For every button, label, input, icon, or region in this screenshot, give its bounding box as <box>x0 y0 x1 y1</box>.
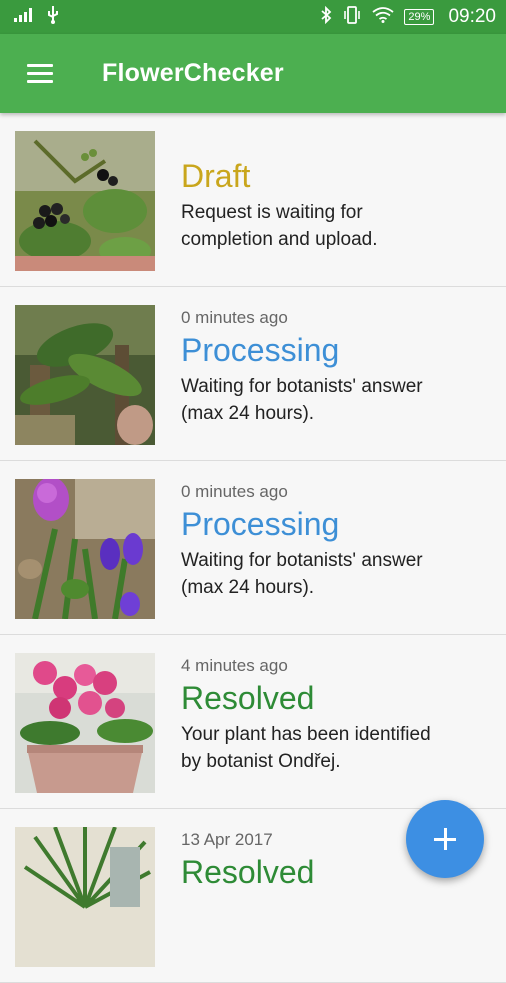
battery-indicator: 29% <box>404 9 435 25</box>
request-time: 0 minutes ago <box>181 308 288 327</box>
app-title: FlowerChecker <box>102 59 284 87</box>
request-description: Waiting for botanists' answer (max 24 ho… <box>181 376 423 424</box>
usb-icon <box>46 5 60 29</box>
request-status: Processing <box>181 332 340 368</box>
plant-thumbnail <box>15 131 155 271</box>
request-description: Your plant has been identified by botani… <box>181 724 431 772</box>
list-item[interactable]: 0 minutes ago Processing Waiting for bot… <box>0 287 506 461</box>
add-request-button[interactable] <box>406 800 484 878</box>
request-description: Request is waiting for completion and up… <box>181 202 378 250</box>
request-time <box>181 131 496 157</box>
clock: 09:20 <box>448 6 496 27</box>
bluetooth-icon <box>320 5 332 29</box>
plant-thumbnail <box>15 653 155 793</box>
list-item[interactable]: Draft Request is waiting for completion … <box>0 113 506 287</box>
hamburger-menu-icon[interactable] <box>14 48 66 100</box>
request-time: 0 minutes ago <box>181 482 288 501</box>
request-status: Resolved <box>181 680 315 716</box>
request-status: Processing <box>181 506 340 542</box>
plant-thumbnail <box>15 305 155 445</box>
plant-thumbnail <box>15 479 155 619</box>
status-bar: 29% 09:20 <box>0 0 506 34</box>
app-bar: FlowerChecker <box>0 34 506 113</box>
list-item[interactable]: 4 minutes ago Resolved Your plant has be… <box>0 635 506 809</box>
plus-icon <box>434 828 456 850</box>
plant-thumbnail <box>15 827 155 967</box>
request-time: 4 minutes ago <box>181 656 288 675</box>
wifi-icon <box>372 6 394 28</box>
signal-bars-icon <box>14 7 36 27</box>
vibrate-icon <box>342 5 362 29</box>
list-item[interactable]: 0 minutes ago Processing Waiting for bot… <box>0 461 506 635</box>
request-status: Draft <box>181 158 251 194</box>
request-description: Waiting for botanists' answer (max 24 ho… <box>181 550 423 598</box>
